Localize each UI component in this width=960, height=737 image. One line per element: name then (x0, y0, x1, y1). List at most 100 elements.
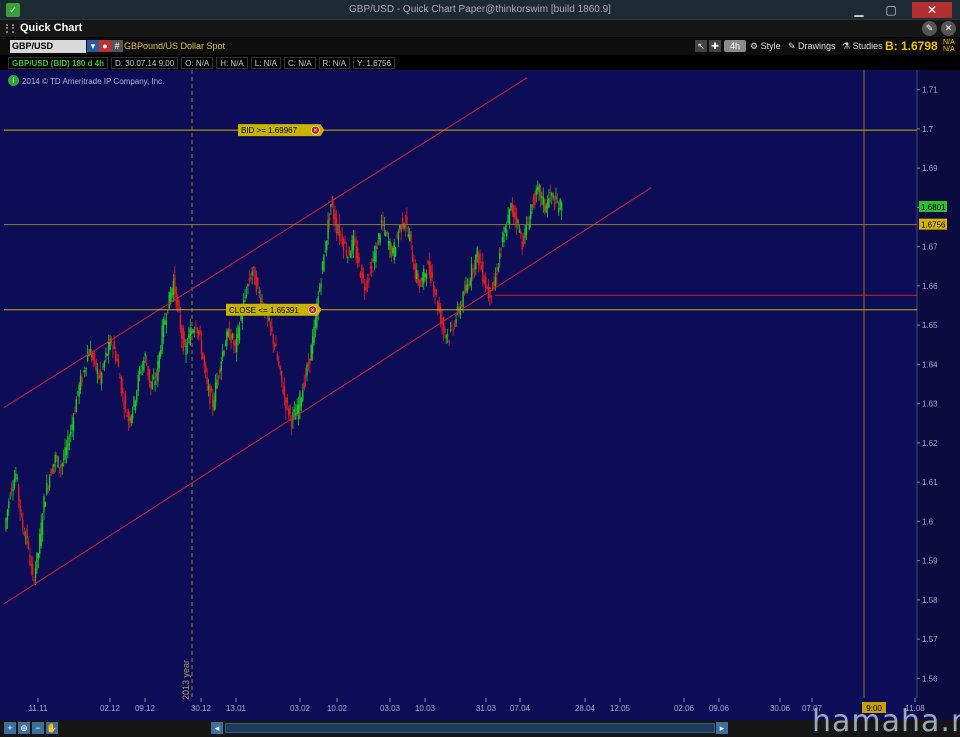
candle-body (525, 223, 528, 236)
studies-button[interactable]: ⚗ Studies (842, 40, 883, 53)
price-chart[interactable]: 1.711.71.691.681.671.661.651.641.631.621… (0, 70, 960, 720)
open-readout: O: N/A (181, 57, 214, 69)
candle-body (143, 360, 145, 371)
symbol-input[interactable]: GBP/USD (10, 40, 86, 53)
candle-body (119, 377, 121, 379)
candle-body (179, 314, 182, 330)
candle-body (522, 236, 525, 246)
style-button[interactable]: ⚙ Style (750, 40, 781, 53)
candle-body (375, 245, 377, 262)
y-tick-label: 1.62 (922, 439, 938, 448)
candle-body (160, 350, 162, 357)
candle-body (77, 391, 79, 393)
candle-body (434, 288, 436, 296)
candle-body (451, 325, 453, 327)
candle-body (545, 205, 547, 213)
candle-body (500, 248, 502, 251)
zoom-out-icon[interactable]: − (32, 722, 44, 734)
candle-body (468, 284, 470, 287)
scroll-right-icon[interactable]: ▸ (716, 722, 728, 734)
candle-body (510, 203, 512, 209)
candle-body (257, 277, 259, 286)
close-window-button[interactable]: ✕ (912, 2, 952, 18)
zoom-fit-icon[interactable]: ⊕ (18, 722, 30, 734)
maximize-button[interactable]: ▢ (880, 2, 902, 18)
symbol-dropdown-icon[interactable]: ▾ (87, 40, 99, 52)
candle-body (524, 228, 526, 239)
candle-body (5, 518, 7, 530)
candle-body (43, 495, 45, 512)
candle-body (130, 415, 132, 424)
candle-body (559, 199, 561, 210)
candle-body (91, 352, 93, 360)
symbol-link-icon[interactable]: ● (99, 40, 111, 52)
pan-icon[interactable]: ✋ (46, 722, 58, 734)
candle-body (113, 340, 116, 349)
drawings-button[interactable]: ✎ Drawings (788, 40, 836, 53)
candle-body (68, 443, 70, 445)
candle-body (237, 326, 239, 339)
candle-body (6, 509, 9, 521)
candle-body (483, 279, 485, 284)
candle-body (365, 283, 367, 290)
y-tick-label: 1.71 (922, 86, 938, 95)
candle-body (352, 235, 355, 251)
minimize-button[interactable]: ▁ (848, 2, 870, 18)
pin-icon[interactable]: ✎ (922, 21, 937, 36)
time-scrollbar[interactable] (225, 723, 715, 733)
candle-body (22, 519, 24, 528)
candle-body (252, 266, 255, 269)
candle-body (107, 342, 110, 355)
close-panel-icon[interactable]: ✕ (941, 21, 956, 36)
candle-body (60, 465, 62, 469)
candle-body (37, 553, 40, 559)
info-icon[interactable]: i (8, 75, 19, 86)
candle-body (245, 294, 248, 296)
timeframe-button[interactable]: 4h (724, 40, 746, 52)
candle-body (466, 284, 469, 292)
candle-body (13, 479, 16, 489)
candle-body (400, 224, 402, 232)
candle-body (19, 500, 21, 512)
candle-body (558, 208, 560, 213)
candle-body (551, 193, 553, 196)
year-marker-label: 2013 year (181, 660, 191, 700)
candle-body (98, 375, 100, 379)
x-tick-label: 02.12 (100, 704, 121, 713)
candle-body (340, 234, 342, 236)
candle-body (432, 284, 435, 292)
candle-body (16, 478, 18, 480)
candle-body (313, 327, 315, 344)
candle-body (437, 301, 439, 311)
y-tick-label: 1.59 (922, 557, 938, 566)
candle-body (518, 230, 521, 233)
candle-body (302, 390, 304, 402)
candle-body (486, 286, 488, 290)
zoom-in-icon[interactable]: + (4, 722, 16, 734)
candle-body (288, 408, 290, 416)
x-tick-label: 31.03 (476, 704, 497, 713)
symbol-lock-icon[interactable]: # (111, 40, 123, 52)
candle-body (185, 344, 187, 356)
candle-body (9, 496, 11, 498)
y-tick-label: 1.64 (922, 360, 938, 369)
candle-body (431, 272, 433, 278)
candle-body (446, 334, 449, 336)
drawing-cursor-icon[interactable]: ↖ (695, 40, 707, 52)
candle-body (465, 285, 467, 291)
na-top: N/A (943, 39, 955, 46)
candle-body (39, 534, 41, 554)
x-tick-label: 03.02 (290, 704, 311, 713)
candle-body (58, 467, 61, 469)
candle-body (456, 306, 459, 310)
candle-body (278, 360, 280, 366)
candle-body (300, 398, 303, 407)
y-readout: Y: 1.6756 (353, 57, 395, 69)
candle-body (79, 375, 82, 390)
studies-icon: ⚗ (842, 41, 853, 51)
candle-body (92, 352, 94, 361)
candle-body (116, 359, 118, 361)
scroll-left-icon[interactable]: ◂ (211, 722, 223, 734)
wrench-icon[interactable]: ✚ (709, 40, 721, 52)
candle-body (12, 489, 14, 492)
